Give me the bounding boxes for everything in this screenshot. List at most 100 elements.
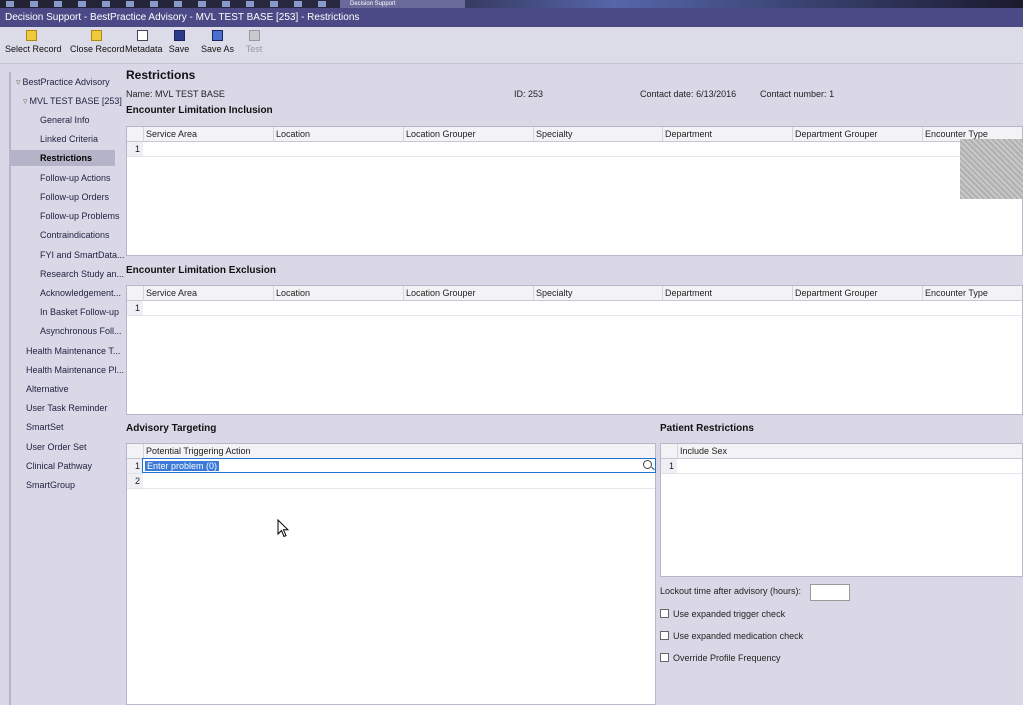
exclusion-col-location-grouper[interactable]: Location Grouper	[403, 286, 533, 301]
exclusion-row-number: 1	[127, 301, 143, 316]
inclusion-col-specialty[interactable]: Specialty	[533, 127, 662, 142]
exclusion-section-title: Encounter Limitation Exclusion	[126, 265, 277, 276]
taskbar-app-icon[interactable]	[294, 1, 302, 7]
override-profile-frequency-option[interactable]: Override Profile Frequency	[660, 653, 781, 663]
exclusion-col-location[interactable]: Location	[273, 286, 403, 301]
sidebar-item-restrictions[interactable]: Restrictions	[11, 150, 115, 166]
patient-col-include-sex[interactable]: Include Sex	[677, 444, 1022, 459]
test-icon	[248, 30, 260, 41]
inclusion-table-row[interactable]	[143, 142, 1022, 157]
taskbar-app-icon[interactable]	[78, 1, 86, 7]
sidebar-item-label: Follow-up Orders	[40, 192, 110, 202]
sidebar-item-clinical-pathway[interactable]: Clinical Pathway	[26, 458, 92, 474]
exclusion-col-department-grouper[interactable]: Department Grouper	[792, 286, 922, 301]
lockout-time-input[interactable]	[810, 584, 850, 601]
patient-table-row[interactable]	[677, 459, 1022, 474]
save-as-button[interactable]: Save As	[201, 30, 234, 62]
exclusion-col-encounter-type[interactable]: Encounter Type	[922, 286, 1022, 301]
taskbar-app-icon[interactable]	[270, 1, 278, 7]
metadata-button[interactable]: Metadata	[125, 30, 163, 62]
taskbar: Decision Support	[0, 0, 1023, 8]
sidebar-item-acknowledgement[interactable]: Acknowledgement...	[40, 285, 121, 301]
patient-row-number: 1	[661, 459, 677, 474]
exclusion-col-service-area[interactable]: Service Area	[143, 286, 273, 301]
sidebar-item-asynchronous-follow-up[interactable]: Asynchronous Foll...	[40, 323, 122, 339]
taskbar-app-icon[interactable]	[54, 1, 62, 7]
taskbar-app-icon[interactable]	[198, 1, 206, 7]
inclusion-col-service-area[interactable]: Service Area	[143, 127, 273, 142]
inclusion-col-location-grouper[interactable]: Location Grouper	[403, 127, 533, 142]
name-value: MVL TEST BASE	[155, 89, 225, 99]
inclusion-col-location[interactable]: Location	[273, 127, 403, 142]
taskbar-app-icon[interactable]	[126, 1, 134, 7]
expanded-trigger-check-option[interactable]: Use expanded trigger check	[660, 609, 785, 619]
save-as-icon	[211, 30, 223, 41]
close-record-button[interactable]: Close Record	[70, 30, 125, 62]
sidebar-item-health-maintenance-t[interactable]: Health Maintenance T...	[26, 343, 120, 359]
name-label: Name:	[126, 89, 153, 99]
sidebar-item-label: SmartSet	[26, 422, 64, 432]
sidebar-item-label: General Info	[40, 115, 90, 125]
search-icon[interactable]	[643, 460, 652, 469]
sidebar-item-follow-up-problems[interactable]: Follow-up Problems	[40, 208, 120, 224]
test-button[interactable]: Test	[243, 30, 265, 62]
window-title-bar: Decision Support - BestPractice Advisory…	[0, 8, 1023, 27]
taskbar-app-icon[interactable]	[174, 1, 182, 7]
sidebar-item-research-study[interactable]: Research Study an...	[40, 266, 124, 282]
sidebar-item-linked-criteria[interactable]: Linked Criteria	[40, 131, 98, 147]
id-value: 253	[528, 89, 544, 99]
taskbar-app-icon[interactable]	[30, 1, 38, 7]
contact-number: Contact number: 1	[760, 89, 834, 99]
inclusion-col-department-grouper[interactable]: Department Grouper	[792, 127, 922, 142]
override-profile-frequency-checkbox[interactable]	[660, 653, 669, 662]
sidebar-item-label: SmartGroup	[26, 480, 76, 490]
sidebar-item-follow-up-orders[interactable]: Follow-up Orders	[40, 189, 109, 205]
metadata-label: Metadata	[125, 44, 163, 54]
select-record-button[interactable]: Select Record	[5, 30, 62, 62]
expanded-medication-check-option[interactable]: Use expanded medication check	[660, 631, 803, 641]
save-label: Save	[168, 44, 190, 54]
sidebar-item-smartgroup[interactable]: SmartGroup	[26, 477, 75, 493]
save-button[interactable]: Save	[168, 30, 190, 62]
sidebar-item-label: FYI and SmartData...	[40, 250, 125, 260]
sidebar-item-follow-up-actions[interactable]: Follow-up Actions	[40, 170, 111, 186]
sidebar-item-record[interactable]: ▿ MVL TEST BASE [253]	[23, 93, 122, 109]
expanded-medication-checkbox[interactable]	[660, 631, 669, 640]
targeting-table-row[interactable]	[143, 474, 655, 489]
problem-entry-placeholder: Enter problem (0)	[145, 461, 220, 471]
taskbar-app-icon[interactable]	[318, 1, 326, 7]
taskbar-app-icon[interactable]	[102, 1, 110, 7]
folder-open-icon	[25, 30, 37, 41]
sidebar-item-bestpractice-advisory[interactable]: ▿ BestPractice Advisory	[16, 74, 110, 90]
record-id: ID: 253	[514, 89, 543, 99]
exclusion-col-specialty[interactable]: Specialty	[533, 286, 662, 301]
potential-triggering-action-input[interactable]: Enter problem (0)	[142, 458, 656, 473]
sidebar-item-health-maintenance-pl[interactable]: Health Maintenance Pl...	[26, 362, 124, 378]
contact-date: Contact date: 6/13/2016	[640, 89, 736, 99]
exclusion-col-department[interactable]: Department	[662, 286, 792, 301]
taskbar-active-app[interactable]: Decision Support	[340, 0, 465, 8]
sidebar-item-alternative[interactable]: Alternative	[26, 381, 69, 397]
expanded-trigger-checkbox[interactable]	[660, 609, 669, 618]
sidebar-item-user-order-set[interactable]: User Order Set	[26, 439, 87, 455]
advisory-targeting-grid: Potential Triggering Action 1 2	[126, 443, 656, 705]
sidebar-tree-line	[9, 72, 11, 705]
sidebar-item-contraindications[interactable]: Contraindications	[40, 227, 110, 243]
sidebar-item-general-info[interactable]: General Info	[40, 112, 90, 128]
sidebar-item-label: Asynchronous Foll...	[40, 326, 122, 336]
targeting-col-potential-triggering-action[interactable]: Potential Triggering Action	[143, 444, 655, 459]
sidebar-item-fyi-smartdata[interactable]: FYI and SmartData...	[40, 247, 125, 263]
exclusion-grid: Service Area Location Location Grouper S…	[126, 285, 1023, 415]
sidebar-item-smartset[interactable]: SmartSet	[26, 419, 64, 435]
taskbar-app-icon[interactable]	[6, 1, 14, 7]
taskbar-app-icon[interactable]	[150, 1, 158, 7]
taskbar-app-icon[interactable]	[222, 1, 230, 7]
inclusion-col-department[interactable]: Department	[662, 127, 792, 142]
exclusion-table-row[interactable]	[143, 301, 1022, 316]
sidebar-item-label: Linked Criteria	[40, 134, 99, 144]
sidebar-item-in-basket-follow-up[interactable]: In Basket Follow-up	[40, 304, 119, 320]
sidebar-item-user-task-reminder[interactable]: User Task Reminder	[26, 400, 107, 416]
contact-number-value: 1	[829, 89, 835, 99]
taskbar-app-icon[interactable]	[246, 1, 254, 7]
toolbar: Select Record Close Record Metadata Save…	[0, 27, 1023, 64]
